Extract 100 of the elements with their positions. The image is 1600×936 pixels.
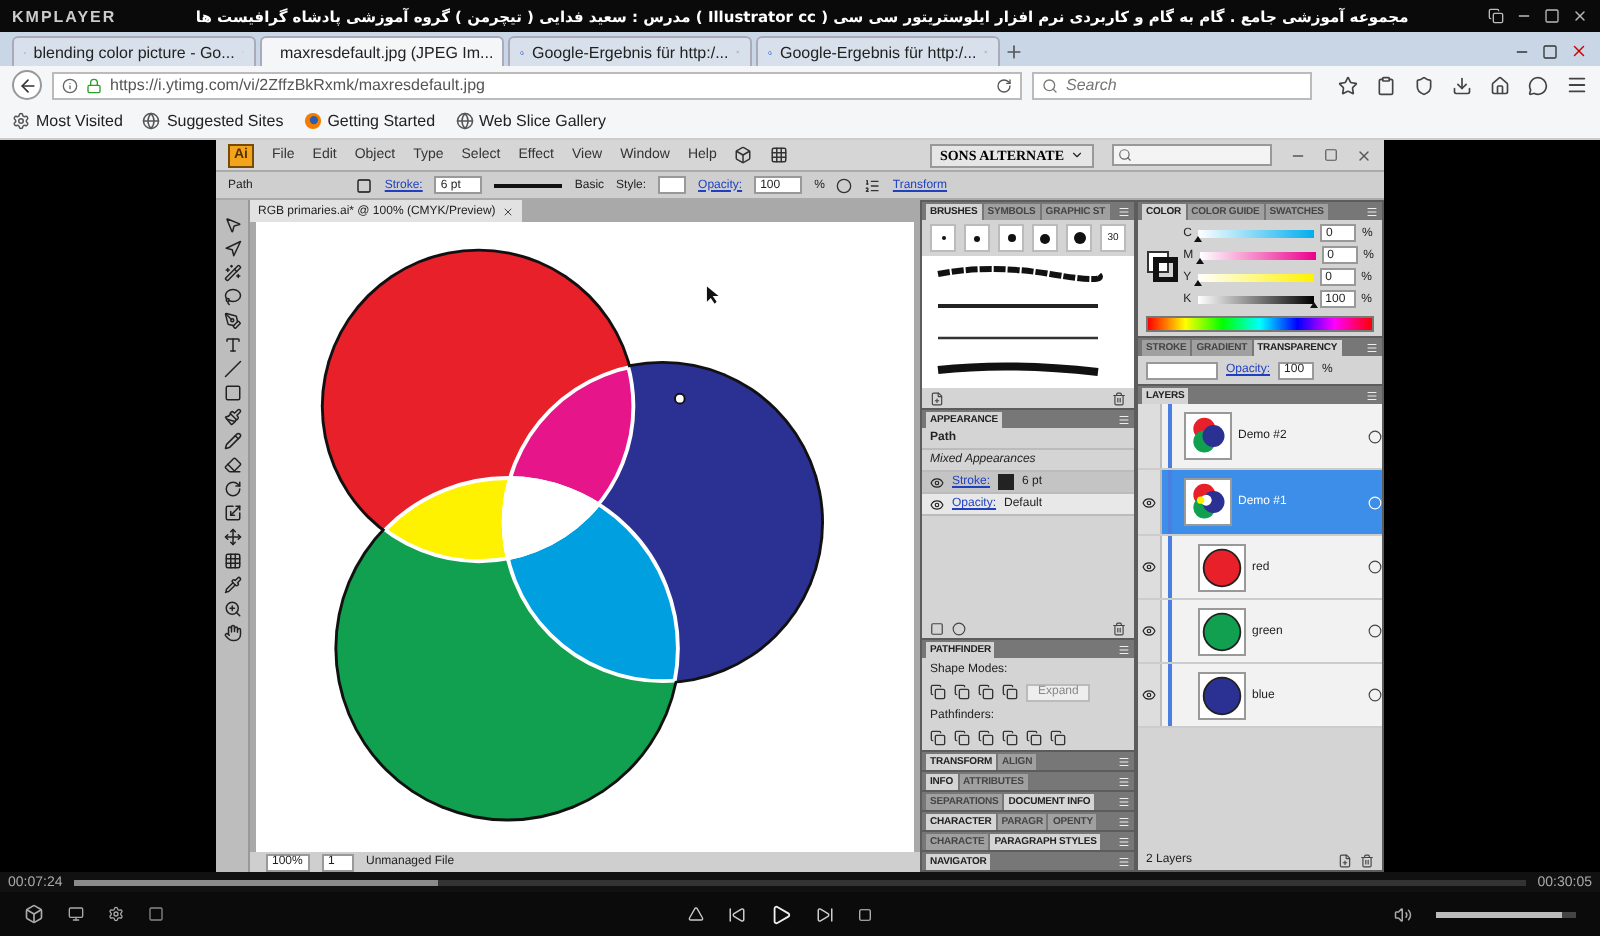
color-slider[interactable] — [1197, 295, 1314, 303]
slider-thumb[interactable] — [1195, 257, 1204, 263]
browser-tab[interactable]: maxresdefault.jpg (JPEG Im... — [260, 36, 504, 66]
search-field[interactable] — [1112, 144, 1272, 166]
play-icon[interactable] — [769, 903, 791, 925]
target-icon[interactable] — [1368, 624, 1382, 638]
panel-menu-icon[interactable] — [1118, 643, 1130, 655]
target-icon[interactable] — [1368, 688, 1382, 702]
move-icon[interactable] — [223, 528, 241, 546]
panel-menu-icon[interactable] — [1118, 835, 1130, 847]
panel-menu-icon[interactable] — [1366, 341, 1378, 353]
pen-icon[interactable] — [223, 312, 241, 330]
target-icon[interactable] — [1368, 560, 1382, 574]
color-slider[interactable] — [1199, 251, 1316, 259]
fill-swatch-icon[interactable] — [356, 177, 373, 193]
pathfinder-icon[interactable] — [1026, 730, 1042, 746]
info-icon[interactable] — [62, 77, 78, 93]
color-spectrum[interactable] — [1146, 316, 1374, 332]
direct-selection-icon[interactable] — [223, 240, 241, 258]
close-icon[interactable] — [501, 205, 514, 217]
eyedropper-icon[interactable] — [223, 576, 241, 594]
bookmark-link[interactable]: Web Slice Gallery — [455, 112, 606, 130]
download-icon[interactable] — [1452, 75, 1472, 95]
shape-mode-icon[interactable] — [954, 684, 970, 700]
next-icon[interactable] — [815, 905, 833, 923]
stop-icon[interactable] — [857, 907, 871, 921]
clipboard-icon[interactable] — [1376, 75, 1396, 95]
shield-icon[interactable] — [1414, 75, 1434, 95]
reload-icon[interactable] — [996, 77, 1012, 93]
eraser-icon[interactable] — [223, 456, 241, 474]
magic-wand-icon[interactable] — [223, 264, 241, 282]
pathfinder-icon[interactable] — [978, 730, 994, 746]
screen-icon[interactable] — [68, 906, 84, 922]
bookmark-link[interactable]: Most Visited — [12, 112, 123, 130]
delete-icon[interactable] — [1112, 621, 1126, 635]
maximize-icon[interactable] — [1324, 148, 1338, 162]
browser-tab[interactable]: blending color picture - Go... — [12, 36, 256, 66]
address-field[interactable]: https://i.ytimg.com/vi/2ZffzBkRxmk/maxresdefault.jpg — [52, 71, 1022, 99]
lasso-icon[interactable] — [223, 288, 241, 306]
visibility-toggle[interactable] — [1138, 404, 1162, 468]
search-field[interactable]: Search — [1032, 71, 1312, 99]
shape-mode-icon[interactable] — [978, 684, 994, 700]
target-icon[interactable] — [1368, 429, 1382, 443]
eject-icon[interactable] — [687, 906, 703, 922]
brush-tip[interactable] — [964, 224, 990, 252]
pathfinder-icon[interactable] — [954, 730, 970, 746]
zoom-icon[interactable] — [223, 600, 241, 618]
maximize-icon[interactable] — [1542, 43, 1558, 59]
browser-tab[interactable]: Google-Ergebnis für http:/... — [756, 36, 1000, 66]
shape-mode-icon[interactable] — [930, 684, 946, 700]
selection-icon[interactable] — [223, 216, 241, 234]
panel-menu-icon[interactable] — [1118, 855, 1130, 867]
close-icon[interactable] — [1572, 8, 1588, 24]
visibility-toggle[interactable] — [1138, 664, 1162, 726]
brush-tip[interactable] — [998, 224, 1024, 252]
arrange-icon[interactable] — [770, 146, 789, 164]
add-stroke-icon[interactable] — [930, 621, 944, 635]
color-slider[interactable] — [1197, 273, 1314, 281]
fill-stroke-icon[interactable] — [1146, 250, 1178, 282]
maximize-icon[interactable] — [1544, 8, 1560, 24]
visibility-toggle[interactable] — [1138, 536, 1162, 598]
eye-icon[interactable] — [930, 475, 944, 489]
hand-icon[interactable] — [223, 624, 241, 642]
style-field[interactable] — [658, 176, 687, 194]
panel-menu-icon[interactable] — [1118, 815, 1130, 827]
slider-thumb[interactable] — [1194, 235, 1202, 241]
search-input[interactable]: Search — [1066, 76, 1302, 94]
rectangle-icon[interactable] — [223, 384, 241, 402]
previous-icon[interactable] — [727, 905, 745, 923]
eye-icon[interactable] — [930, 497, 944, 511]
color-slider[interactable] — [1198, 229, 1314, 237]
pip-icon[interactable] — [1488, 8, 1504, 24]
visibility-toggle[interactable] — [1138, 600, 1162, 662]
stroke-swatch-icon[interactable] — [998, 474, 1015, 490]
star-icon[interactable] — [1338, 75, 1358, 95]
blend-mode-field[interactable] — [1146, 361, 1218, 379]
rotate-icon[interactable] — [223, 480, 241, 498]
delete-icon[interactable] — [1360, 853, 1374, 867]
shape-mode-icon[interactable] — [1002, 684, 1018, 700]
browser-tab[interactable]: Google-Ergebnis für http:/... — [508, 36, 752, 66]
bookmark-link[interactable]: Getting Started — [303, 112, 436, 130]
pathfinder-icon[interactable] — [1050, 730, 1066, 746]
settings-icon[interactable] — [108, 906, 124, 922]
slider-thumb[interactable] — [1193, 279, 1202, 285]
panel-menu-icon[interactable] — [1118, 413, 1130, 425]
mesh-icon[interactable] — [223, 552, 241, 570]
scale-icon[interactable] — [223, 504, 241, 522]
panel-menu-icon[interactable] — [1118, 205, 1130, 217]
visibility-toggle[interactable] — [1138, 470, 1162, 534]
panel-menu-icon[interactable] — [1118, 755, 1130, 767]
type-icon[interactable] — [223, 336, 241, 354]
panel-menu-icon[interactable] — [1118, 795, 1130, 807]
back-button[interactable] — [12, 70, 42, 100]
new-layer-icon[interactable] — [1338, 853, 1352, 867]
bookmark-link[interactable]: Suggested Sites — [142, 112, 284, 130]
menu-icon[interactable] — [1566, 74, 1588, 96]
new-brush-icon[interactable] — [930, 391, 944, 405]
brush-tip[interactable] — [1066, 224, 1092, 252]
pathfinder-icon[interactable] — [1002, 730, 1018, 746]
delete-icon[interactable] — [1112, 391, 1126, 405]
